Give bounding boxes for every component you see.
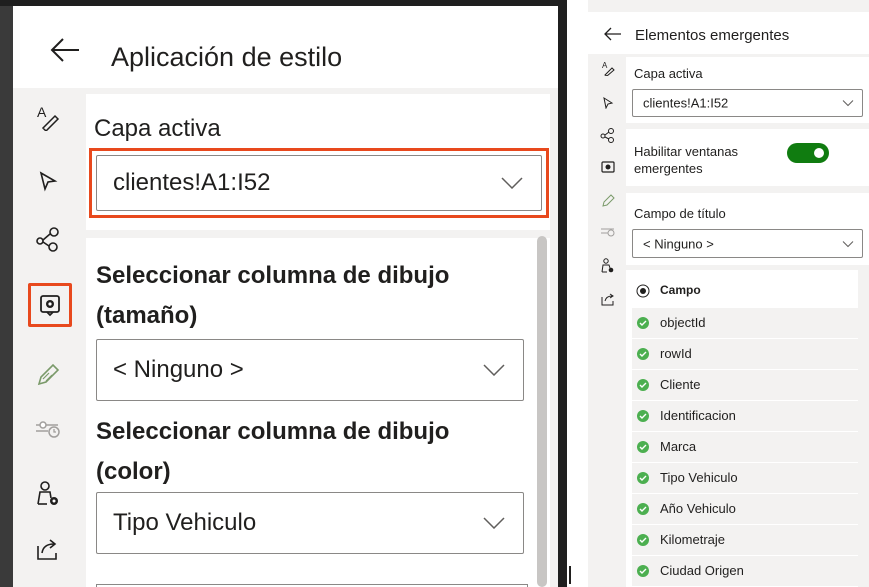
styling-content: Capa activa clientes!A1:I52 Seleccionar … — [86, 94, 550, 587]
nodes-icon[interactable] — [598, 125, 618, 145]
check-circle-icon — [636, 502, 650, 516]
title-field-dropdown[interactable]: < Ninguno > — [632, 229, 863, 258]
field-label: Cliente — [660, 377, 701, 392]
title-field-label: Campo de título — [634, 206, 726, 221]
field-label: Ciudad Origen — [660, 563, 744, 578]
chevron-down-icon — [501, 177, 523, 189]
active-layer-dropdown[interactable]: clientes!A1:I52 — [632, 89, 863, 117]
timeline-icon[interactable] — [598, 221, 618, 241]
check-circle-icon — [636, 347, 650, 361]
share-icon[interactable] — [598, 289, 618, 309]
active-layer-value: clientes!A1:I52 — [643, 95, 729, 111]
cursor-icon[interactable] — [598, 93, 618, 113]
field-label: Año Vehiculo — [660, 501, 736, 516]
size-column-value: < Ninguno > — [113, 356, 244, 383]
list-item[interactable]: Tipo Vehiculo — [632, 463, 858, 493]
list-item[interactable]: Identificacion — [632, 401, 858, 431]
active-layer-value: clientes!A1:I52 — [113, 169, 271, 196]
active-layer-label: Capa activa — [94, 115, 221, 142]
active-layer-section: Capa activa clientes!A1:I52 — [86, 94, 550, 230]
popups-panel: Elementos emergentes A Capa activa clien… — [588, 0, 869, 587]
scrollbar[interactable] — [537, 236, 547, 587]
cursor-icon[interactable] — [29, 162, 67, 200]
check-circle-icon — [636, 564, 650, 578]
svg-text:A: A — [37, 104, 47, 120]
toggle-knob — [814, 148, 824, 158]
left-icon-rail: A — [13, 88, 83, 587]
panel-header: Aplicación de estilo — [13, 6, 558, 88]
svg-text:A: A — [602, 61, 608, 70]
list-item[interactable]: Cliente — [632, 370, 858, 400]
color-column-label: Seleccionar columna de dibujo (color) — [96, 418, 450, 485]
pencil-icon[interactable] — [598, 191, 618, 211]
chevron-down-icon — [842, 240, 854, 247]
timeline-icon[interactable] — [29, 409, 67, 447]
section-divider — [86, 230, 550, 238]
field-label: Marca — [660, 439, 697, 454]
left-edge — [0, 0, 13, 587]
share-icon[interactable] — [29, 530, 67, 568]
chevron-down-icon — [842, 100, 854, 107]
chevron-down-icon — [483, 517, 505, 529]
field-label: Kilometraje — [660, 532, 726, 547]
chevron-down-icon — [483, 364, 505, 376]
title-field-value: < Ninguno > — [643, 236, 714, 251]
active-layer-section: Capa activa clientes!A1:I52 — [626, 57, 869, 123]
field-label: objectId — [660, 315, 706, 330]
right-icon-rail: A — [588, 54, 626, 587]
color-column-dropdown[interactable]: Tipo Vehiculo — [96, 492, 524, 554]
people-settings-icon[interactable] — [598, 256, 618, 276]
list-header-label: Campo — [660, 283, 701, 297]
people-settings-icon[interactable] — [29, 475, 67, 513]
check-circle-icon — [636, 316, 650, 330]
check-circle-icon — [636, 409, 650, 423]
right-border — [558, 0, 567, 587]
active-layer-label: Capa activa — [634, 66, 703, 81]
check-circle-icon — [636, 533, 650, 547]
list-item[interactable]: Ciudad Origen — [632, 556, 858, 586]
back-arrow-icon[interactable] — [49, 36, 81, 64]
check-circle-icon — [636, 440, 650, 454]
radio-icon — [636, 284, 650, 298]
list-item[interactable]: Marca — [632, 432, 858, 462]
title-field-section: Campo de título < Ninguno > — [626, 193, 869, 265]
style-icon[interactable]: A — [29, 98, 67, 136]
color-column-value: Tipo Vehiculo — [113, 509, 257, 536]
list-header[interactable]: Campo — [632, 276, 858, 306]
enable-popups-section: Habilitar ventanas emergentes — [626, 129, 869, 186]
fields-list: Campo objectId rowId Cliente Identificac… — [626, 270, 858, 587]
check-circle-icon — [636, 471, 650, 485]
popup-icon[interactable] — [598, 158, 618, 178]
nodes-icon[interactable] — [29, 220, 67, 258]
panel-header: Elementos emergentes — [588, 12, 869, 54]
check-circle-icon — [636, 378, 650, 392]
styling-panel: Aplicación de estilo A Capa activa clien… — [0, 0, 567, 587]
list-item[interactable]: Año Vehiculo — [632, 494, 858, 524]
list-item[interactable]: Kilometraje — [632, 525, 858, 555]
pencil-icon[interactable] — [29, 356, 67, 394]
panel-title: Aplicación de estilo — [111, 42, 343, 72]
field-label: rowId — [660, 346, 692, 361]
enable-popups-label: Habilitar ventanas emergentes — [634, 144, 739, 176]
size-column-dropdown[interactable]: < Ninguno > — [96, 339, 524, 401]
style-icon[interactable]: A — [598, 58, 618, 78]
active-layer-dropdown[interactable]: clientes!A1:I52 — [96, 155, 542, 211]
panel-title: Elementos emergentes — [635, 27, 790, 44]
text-cursor — [569, 566, 571, 584]
enable-popups-toggle[interactable] — [787, 143, 829, 163]
field-label: Identificacion — [660, 408, 736, 423]
popup-icon[interactable] — [28, 283, 72, 327]
size-column-label: Seleccionar columna de dibujo (tamaño) — [96, 262, 450, 329]
list-item[interactable]: objectId — [632, 308, 858, 338]
list-item[interactable]: rowId — [632, 339, 858, 369]
field-label: Tipo Vehiculo — [660, 470, 738, 485]
scrollbar[interactable] — [858, 270, 869, 587]
back-arrow-icon[interactable] — [604, 27, 622, 41]
